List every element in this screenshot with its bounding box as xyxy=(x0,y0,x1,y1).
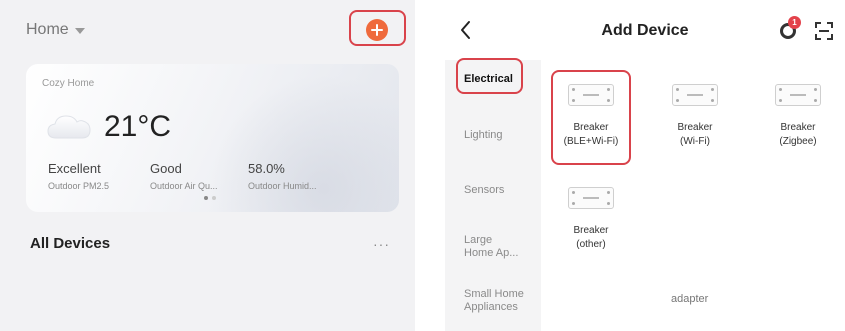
all-devices-heading: All Devices xyxy=(30,235,111,252)
carousel-dot[interactable] xyxy=(212,196,216,200)
breaker-icon xyxy=(568,187,614,209)
breaker-icon xyxy=(775,84,821,106)
stat-value: 58.0% xyxy=(248,161,285,176)
home-selector-label: Home xyxy=(26,21,69,38)
caret-down-icon xyxy=(74,28,85,34)
breaker-icon xyxy=(672,84,718,106)
category-small-home-appliances[interactable]: Small Home Appliances xyxy=(464,288,524,314)
device-highlight xyxy=(551,70,631,165)
add-device-button[interactable] xyxy=(366,19,388,41)
stat-air-quality: Good Outdoor Air Qu... xyxy=(150,161,218,191)
device-name: Breaker (Zigbee) xyxy=(779,122,817,147)
device-breaker-other[interactable]: Breaker (other) xyxy=(551,187,631,252)
category-sensors[interactable]: Sensors xyxy=(464,184,504,197)
stat-humidity: 58.0% Outdoor Humid... xyxy=(248,161,317,191)
carousel-dots[interactable] xyxy=(204,196,216,200)
device-name: Breaker (Wi-Fi) xyxy=(677,122,713,147)
home-screen: Home Cozy Home 21°C Excellent Outdoor PM… xyxy=(0,0,415,331)
more-options-icon[interactable]: ··· xyxy=(373,236,390,252)
stat-value: Excellent xyxy=(48,161,101,176)
stat-value: Good xyxy=(150,161,182,176)
home-name: Cozy Home xyxy=(42,78,95,89)
carousel-dot-active[interactable] xyxy=(204,196,208,200)
weather-card[interactable]: Cozy Home 21°C Excellent Outdoor PM2.5 G… xyxy=(26,64,399,212)
adapter-label[interactable]: adapter xyxy=(671,293,708,305)
qr-scan-icon[interactable] xyxy=(815,22,833,40)
device-name: Breaker (other) xyxy=(573,225,609,250)
category-lighting[interactable]: Lighting xyxy=(464,129,503,142)
stat-label: Outdoor Air Qu... xyxy=(150,181,218,191)
add-device-screen: Add Device 1 Electrical Lighting Sensors… xyxy=(445,0,845,331)
device-breaker-wifi[interactable]: Breaker (Wi-Fi) xyxy=(655,84,735,149)
stat-label: Outdoor Humid... xyxy=(248,181,317,191)
category-large-home-appliances[interactable]: Large Home Ap... xyxy=(464,234,518,260)
cloud-icon xyxy=(47,115,91,139)
category-highlight xyxy=(456,58,523,94)
stat-pm25: Excellent Outdoor PM2.5 xyxy=(48,161,109,191)
temperature: 21°C xyxy=(104,110,172,143)
stat-label: Outdoor PM2.5 xyxy=(48,181,110,191)
notification-badge: 1 xyxy=(788,16,801,29)
home-selector[interactable]: Home xyxy=(26,21,85,39)
device-breaker-zigbee[interactable]: Breaker (Zigbee) xyxy=(758,84,838,149)
